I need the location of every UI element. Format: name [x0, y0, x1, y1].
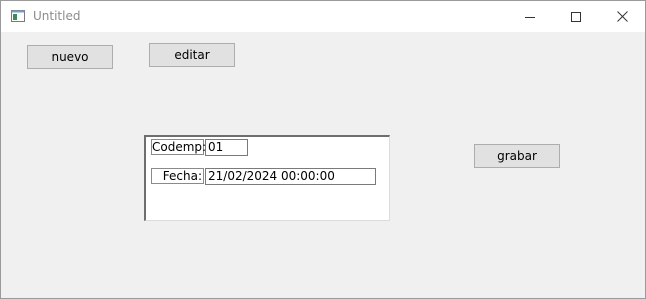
- codemp-field[interactable]: 01: [205, 139, 248, 156]
- minimize-button[interactable]: [507, 1, 553, 32]
- editar-button[interactable]: editar: [149, 43, 235, 67]
- window-title: Untitled: [33, 9, 81, 23]
- grabar-button[interactable]: grabar: [474, 144, 560, 168]
- title-bar[interactable]: Untitled: [1, 1, 645, 32]
- nuevo-button[interactable]: nuevo: [27, 45, 113, 69]
- fecha-label: Fecha:: [151, 168, 204, 184]
- form-panel: Codemp: 01 Fecha: 21/02/2024 00:00:00: [144, 135, 390, 221]
- maximize-button[interactable]: [553, 1, 599, 32]
- minimize-icon: [525, 16, 535, 18]
- close-icon: [616, 11, 628, 22]
- close-button[interactable]: [599, 1, 645, 32]
- maximize-icon: [571, 11, 581, 22]
- app-window: Untitled nuevo editar grabar Codemp: 01 …: [0, 0, 646, 299]
- codemp-label: Codemp:: [151, 139, 207, 155]
- fecha-field[interactable]: 21/02/2024 00:00:00: [205, 168, 376, 185]
- app-window-icon: [11, 10, 25, 22]
